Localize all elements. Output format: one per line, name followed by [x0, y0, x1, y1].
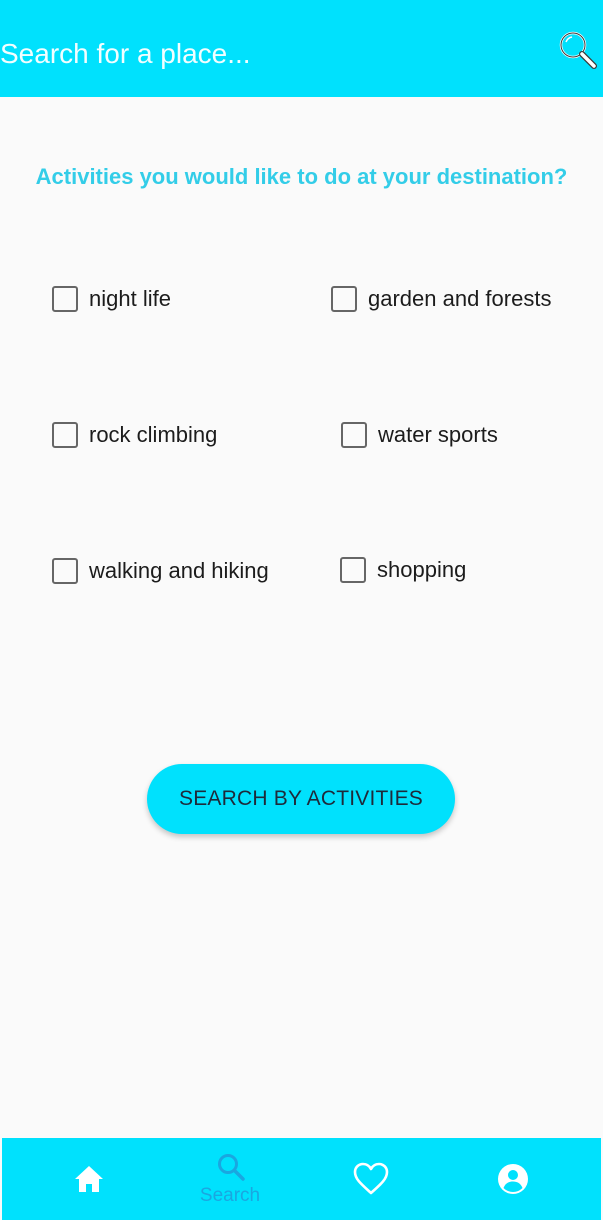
account-icon: [498, 1164, 528, 1194]
checkbox-rock-climbing[interactable]: rock climbing: [52, 422, 217, 448]
checkbox-night-life[interactable]: night life: [52, 286, 171, 312]
search-icon[interactable]: [556, 28, 598, 70]
nav-home[interactable]: [20, 1138, 160, 1220]
checkbox-box[interactable]: [340, 557, 366, 583]
checkbox-box[interactable]: [52, 422, 78, 448]
checkbox-label: water sports: [378, 422, 498, 447]
checkbox-walking-and-hiking[interactable]: walking and hiking: [52, 558, 269, 584]
nav-search-label: Search: [199, 1185, 261, 1206]
nav-favorites[interactable]: [302, 1138, 442, 1220]
nav-search[interactable]: Search: [160, 1138, 300, 1220]
search-input[interactable]: [0, 30, 530, 78]
nav-account[interactable]: [443, 1138, 583, 1220]
checkbox-box[interactable]: [52, 558, 78, 584]
search-icon: [218, 1154, 245, 1181]
checkbox-label: night life: [89, 286, 171, 311]
checkbox-label: walking and hiking: [89, 558, 269, 583]
home-icon: [75, 1166, 103, 1192]
checkbox-shopping[interactable]: shopping: [340, 557, 466, 583]
search-by-activities-button[interactable]: SEARCH BY ACTIVITIES: [147, 764, 455, 834]
checkbox-label: garden and forests: [368, 286, 552, 311]
checkbox-water-sports[interactable]: water sports: [341, 422, 498, 448]
bottom-navigation: Search: [2, 1138, 601, 1220]
checkbox-box[interactable]: [341, 422, 367, 448]
top-search-bar: [0, 0, 603, 97]
checkbox-label: shopping: [377, 557, 467, 582]
checkbox-garden-and-forests[interactable]: garden and forests: [331, 286, 551, 312]
checkbox-box[interactable]: [331, 286, 357, 312]
checkbox-box[interactable]: [52, 286, 78, 312]
activities-question: Activities you would like to do at your …: [35, 164, 568, 189]
heart-icon: [353, 1162, 389, 1195]
checkbox-label: rock climbing: [89, 422, 218, 447]
